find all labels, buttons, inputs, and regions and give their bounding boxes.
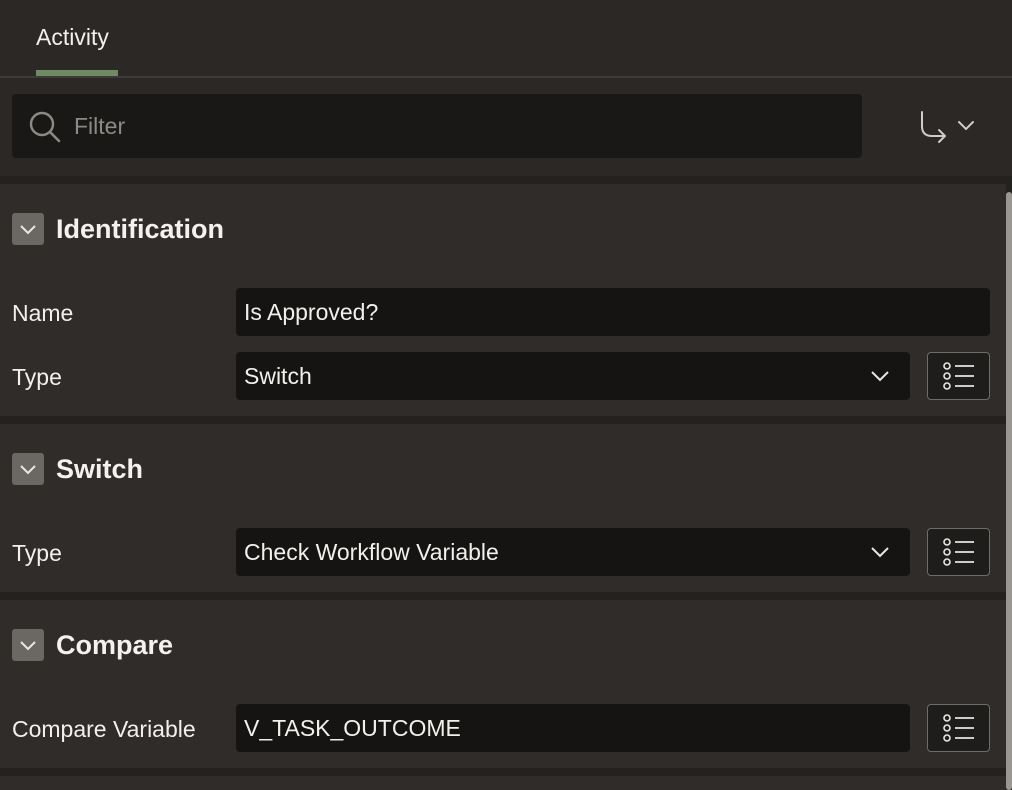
collapse-toggle-compare[interactable]	[12, 629, 44, 661]
list-icon	[942, 362, 974, 390]
tab-activity[interactable]: Activity	[36, 24, 109, 51]
identification-section: Identification Name Is Approved? Type Sw…	[0, 184, 1006, 416]
name-label: Name	[12, 300, 74, 326]
chevron-down-icon	[871, 371, 889, 382]
switch-header: Switch	[12, 452, 143, 486]
next-section-partial	[0, 776, 1006, 790]
active-tab-indicator	[36, 70, 118, 76]
switch-type-list-button[interactable]	[927, 528, 990, 576]
identification-header: Identification	[12, 212, 224, 246]
switch-section: Switch Type Check Workflow Variable	[0, 424, 1006, 592]
type-value: Switch	[244, 362, 312, 389]
compare-variable-value: V_TASK_OUTCOME	[244, 714, 461, 741]
compare-header: Compare	[12, 628, 173, 662]
chevron-down-icon	[20, 465, 36, 475]
chevron-down-icon	[871, 547, 889, 558]
name-field[interactable]: Is Approved?	[236, 288, 990, 336]
vertical-scrollbar[interactable]	[1006, 192, 1012, 790]
tab-bar: Activity	[0, 0, 1012, 78]
compare-variable-label: Compare Variable	[12, 716, 196, 742]
list-icon	[942, 714, 974, 742]
section-title: Switch	[56, 453, 144, 484]
collapse-toggle-switch[interactable]	[12, 453, 44, 485]
type-list-button[interactable]	[927, 352, 990, 400]
go-to-icon	[921, 111, 974, 143]
chevron-down-icon	[20, 641, 36, 651]
filter-input[interactable]	[74, 102, 844, 150]
collapse-toggle-identification[interactable]	[12, 213, 44, 245]
search-icon	[29, 111, 61, 143]
compare-section: Compare Compare Variable V_TASK_OUTCOME	[0, 600, 1006, 768]
filter-box	[12, 94, 862, 158]
section-title: Identification	[56, 213, 224, 244]
switch-type-select[interactable]: Check Workflow Variable	[236, 528, 910, 576]
switch-type-label: Type	[12, 540, 62, 566]
type-select[interactable]: Switch	[236, 352, 910, 400]
property-editor: Activity Identificat	[0, 0, 1012, 790]
section-title: Compare	[56, 629, 174, 660]
type-label: Type	[12, 364, 62, 390]
go-to-group-button[interactable]	[912, 108, 984, 148]
compare-variable-list-button[interactable]	[927, 704, 990, 752]
chevron-down-icon	[20, 225, 36, 235]
switch-type-value: Check Workflow Variable	[244, 538, 499, 565]
compare-variable-field[interactable]: V_TASK_OUTCOME	[236, 704, 910, 752]
name-value: Is Approved?	[244, 298, 379, 325]
list-icon	[942, 538, 974, 566]
filter-row	[0, 78, 1012, 176]
